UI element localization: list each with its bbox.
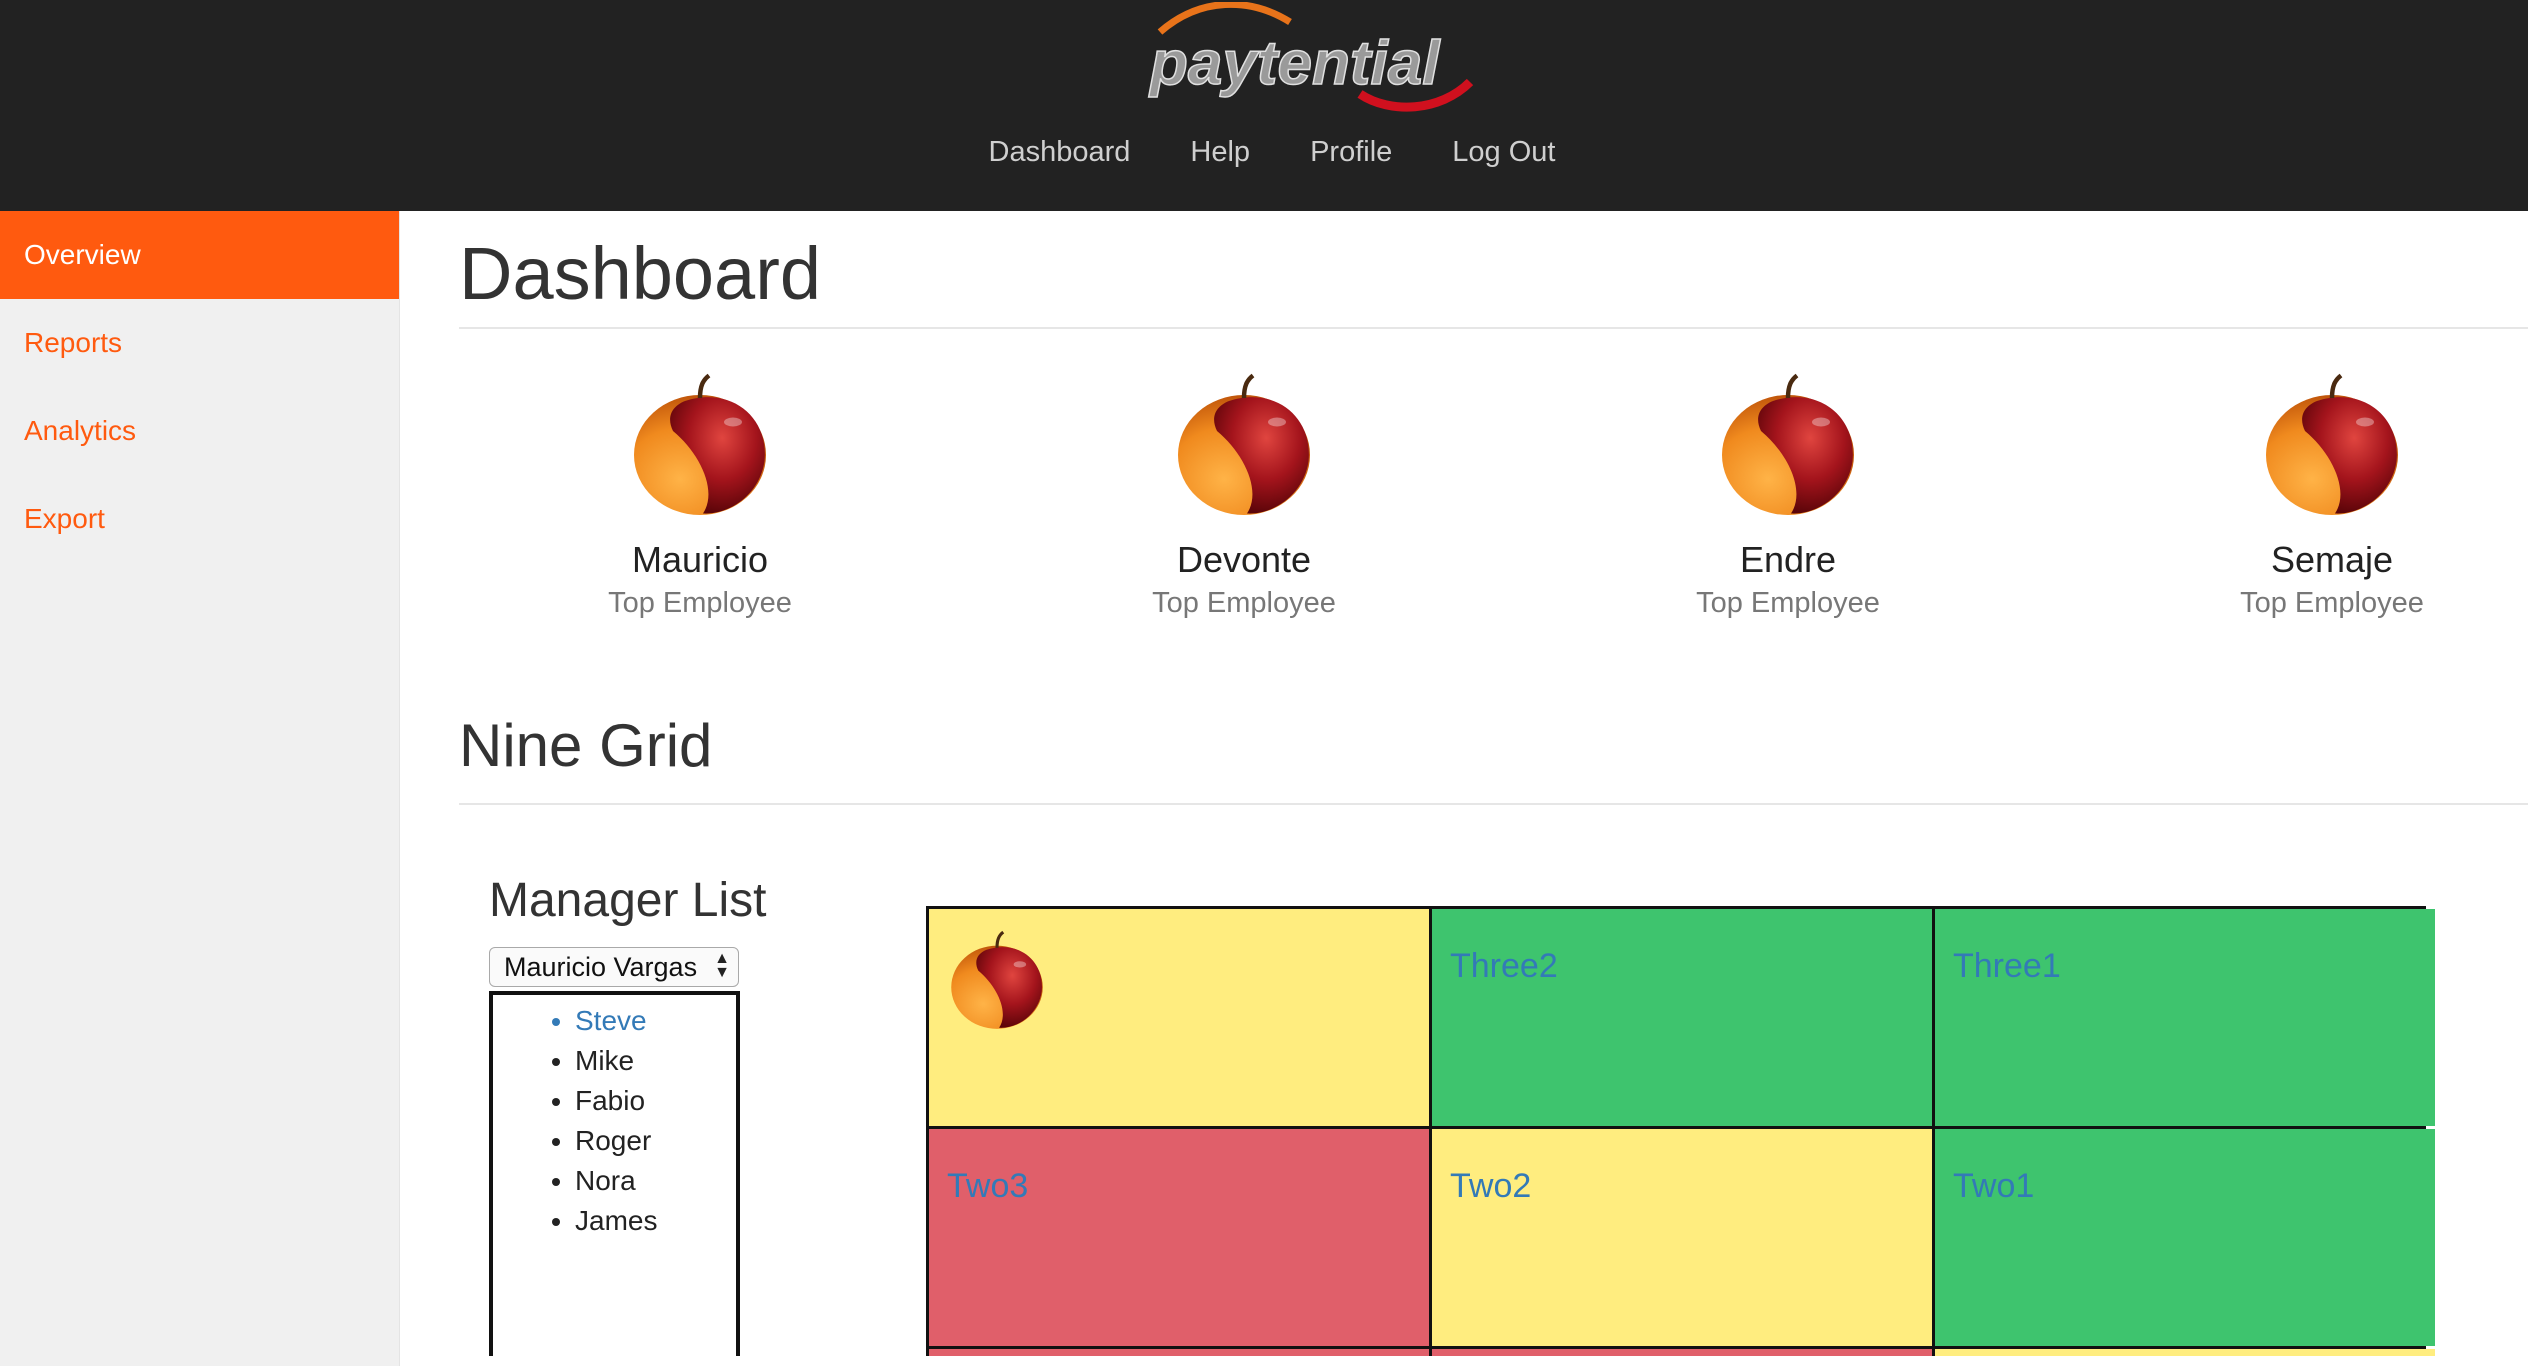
section-divider bbox=[459, 803, 2528, 805]
employee-card: Mauricio Top Employee bbox=[570, 371, 830, 620]
nav-profile[interactable]: Profile bbox=[1280, 130, 1422, 174]
list-item: Roger bbox=[575, 1121, 736, 1161]
nine-grid: Three2 Three1 Two3 Two2 Two1 bbox=[926, 906, 2435, 1356]
apple-avatar bbox=[1169, 371, 1319, 521]
main-content: Dashboard Mauricio Top Employee Devonte … bbox=[400, 211, 2528, 1356]
employee-role: Top Employee bbox=[1696, 587, 1880, 619]
employee-card: Endre Top Employee bbox=[1658, 371, 1918, 620]
list-item: Fabio bbox=[575, 1081, 736, 1121]
manager-select[interactable]: Mauricio Vargas ▲ ▼ bbox=[489, 947, 739, 987]
employee-role: Top Employee bbox=[608, 587, 792, 619]
list-item[interactable]: Steve bbox=[575, 1001, 736, 1041]
logo-text: paytential bbox=[1148, 29, 1441, 98]
title-divider bbox=[459, 327, 2528, 329]
logo-graphic: paytential bbox=[1147, 2, 1474, 112]
sidebar-item-overview[interactable]: Overview bbox=[0, 211, 399, 299]
nine-grid-title: Nine Grid bbox=[459, 712, 713, 779]
list-item: Mike bbox=[575, 1041, 736, 1081]
grid-cell[interactable]: Two3 bbox=[929, 1129, 1429, 1346]
employee-name: Semaje bbox=[2270, 539, 2394, 580]
grid-cell[interactable] bbox=[1935, 1349, 2435, 1356]
sidebar-item-analytics[interactable]: Analytics bbox=[0, 387, 399, 475]
manager-list-title: Manager List bbox=[489, 874, 767, 927]
page-title: Dashboard bbox=[459, 232, 822, 315]
sidebar-item-export[interactable]: Export bbox=[0, 475, 399, 563]
employee-role: Top Employee bbox=[1152, 587, 1336, 619]
grid-cell[interactable]: Two2 bbox=[1432, 1129, 1932, 1346]
select-arrows-icon: ▲ ▼ bbox=[714, 950, 730, 981]
sidebar-item-reports[interactable]: Reports bbox=[0, 299, 399, 387]
nav-help[interactable]: Help bbox=[1160, 130, 1280, 174]
employee-card: Devonte Top Employee bbox=[1114, 371, 1374, 620]
grid-cell[interactable] bbox=[1432, 1349, 1932, 1356]
paytential-logo[interactable]: paytential bbox=[1140, 2, 1500, 132]
manager-select-value: Mauricio Vargas bbox=[504, 952, 698, 982]
grid-cell[interactable]: Two1 bbox=[1935, 1129, 2435, 1346]
apple-avatar bbox=[2257, 371, 2407, 521]
grid-cell[interactable] bbox=[929, 1349, 1429, 1356]
list-item: James bbox=[575, 1201, 736, 1241]
list-item: Nora bbox=[575, 1161, 736, 1201]
grid-cell[interactable] bbox=[929, 909, 1429, 1126]
apple-avatar bbox=[625, 371, 775, 521]
employee-name: Endre bbox=[1739, 539, 1837, 580]
employee-card: Semaje Top Employee bbox=[2202, 371, 2462, 620]
top-nav: Dashboard Help Profile Log Out bbox=[0, 130, 2528, 174]
top-navbar: paytential Dashboard Help Profile Log Ou… bbox=[0, 0, 2528, 211]
nav-logout[interactable]: Log Out bbox=[1422, 130, 1585, 174]
manager-member-list[interactable]: Steve Mike Fabio Roger Nora James bbox=[489, 991, 740, 1356]
apple-icon[interactable] bbox=[945, 929, 1049, 1033]
grid-cell[interactable]: Three1 bbox=[1935, 909, 2435, 1126]
nav-dashboard[interactable]: Dashboard bbox=[959, 130, 1161, 174]
employee-name: Mauricio bbox=[631, 539, 769, 580]
sidebar: Overview Reports Analytics Export bbox=[0, 211, 400, 1366]
employee-role: Top Employee bbox=[2240, 587, 2424, 619]
grid-cell[interactable]: Three2 bbox=[1432, 909, 1932, 1126]
apple-avatar bbox=[1713, 371, 1863, 521]
employee-name: Devonte bbox=[1176, 539, 1312, 580]
